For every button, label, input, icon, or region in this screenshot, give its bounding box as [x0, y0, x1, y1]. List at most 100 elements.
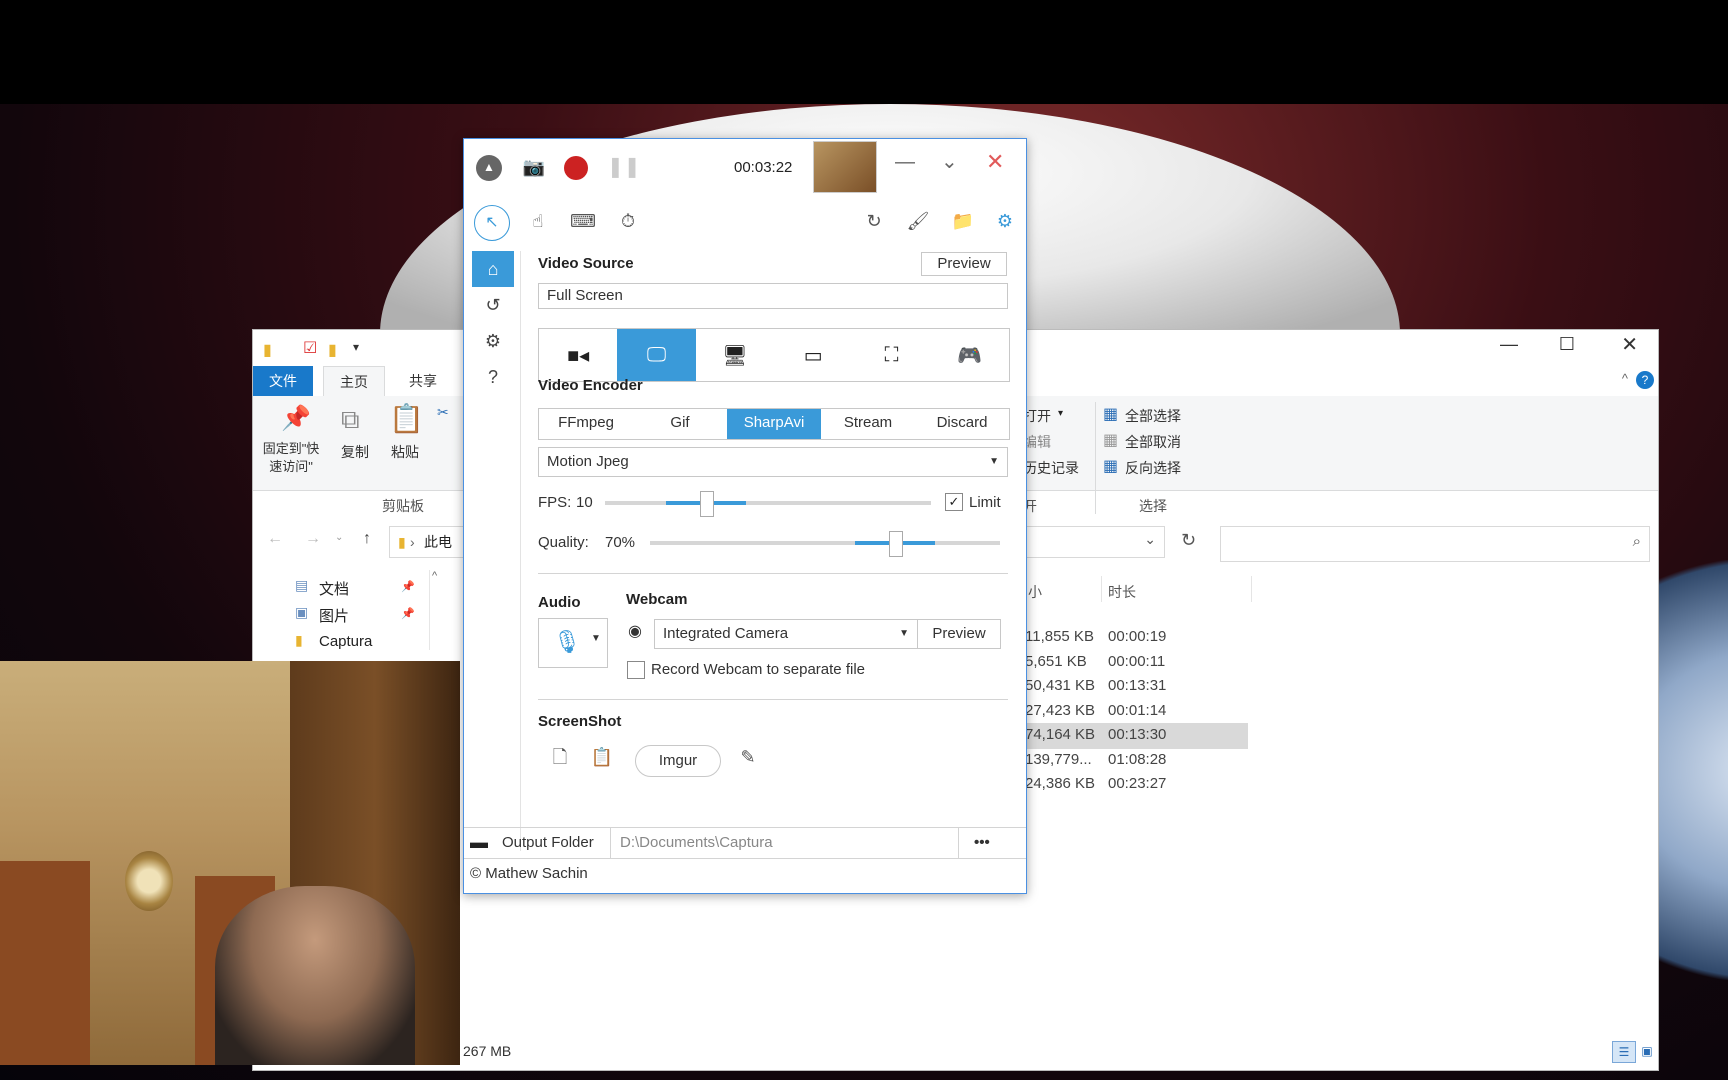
up-icon[interactable]: ↑: [363, 530, 371, 548]
select-all-button[interactable]: 全部选择: [1125, 406, 1181, 426]
history-icon[interactable]: ↺: [472, 287, 514, 323]
help-icon[interactable]: ?: [1636, 371, 1654, 389]
scroll-up-icon[interactable]: ^: [432, 570, 437, 582]
pin-quick-access-button[interactable]: 固定到"快速访问": [259, 440, 323, 476]
fps-slider[interactable]: [605, 491, 931, 517]
audio-source-button[interactable]: 🎙 ▼: [538, 618, 608, 668]
cursor-icon[interactable]: ↖: [474, 205, 510, 241]
click-hand-icon[interactable]: ☝: [524, 207, 552, 235]
clipboard-icon[interactable]: 📋: [590, 743, 614, 771]
row-duration-cell[interactable]: 01:08:28: [1108, 751, 1166, 768]
column-header-duration[interactable]: 时长: [1108, 582, 1136, 602]
maximize-icon[interactable]: ☐: [1559, 334, 1575, 355]
row-duration-cell[interactable]: 00:13:31: [1108, 677, 1166, 694]
gamepad-source-icon[interactable]: 🎮: [931, 329, 1009, 381]
monitor-source-icon[interactable]: 🖥: [696, 329, 774, 381]
row-duration-cell[interactable]: 00:00:19: [1108, 628, 1166, 645]
output-folder-label[interactable]: Output Folder: [502, 834, 594, 851]
recent-dropdown-icon[interactable]: ⌄: [335, 532, 343, 543]
window-source-icon[interactable]: ▭: [774, 329, 852, 381]
history-button[interactable]: 历史记录: [1023, 458, 1079, 478]
column-divider[interactable]: [1101, 576, 1102, 602]
gear-icon[interactable]: ⚙: [991, 207, 1019, 235]
address-dropdown-area[interactable]: ⌄: [1023, 526, 1165, 558]
row-size-cell[interactable]: 50,431 KB: [1025, 677, 1095, 694]
row-duration-cell[interactable]: 00:00:11: [1108, 653, 1165, 670]
nav-item-pictures[interactable]: 图片: [319, 605, 349, 626]
encoder-tab-stream[interactable]: Stream: [821, 409, 915, 439]
pin-icon[interactable]: 📌: [401, 607, 415, 620]
chevron-down-icon[interactable]: ⌄: [1144, 531, 1156, 548]
separate-file-checkbox[interactable]: [627, 661, 645, 679]
region-source-icon[interactable]: ⛶: [852, 329, 930, 381]
tab-share[interactable]: 共享: [393, 366, 453, 396]
open-button[interactable]: 打开: [1023, 406, 1051, 426]
encoder-tab-gif[interactable]: Gif: [633, 409, 727, 439]
encoder-tab-sharpavi[interactable]: SharpAvi: [727, 409, 821, 439]
copy-button[interactable]: 复制: [333, 442, 377, 462]
nav-scrollbar[interactable]: ^: [429, 570, 444, 650]
row-duration-cell[interactable]: 00:13:30: [1108, 726, 1166, 743]
pin-icon[interactable]: 📌: [401, 580, 415, 593]
folder-icon[interactable]: 📁: [949, 207, 977, 235]
close-icon[interactable]: ✕: [986, 149, 1004, 175]
webcam-device-dropdown[interactable]: Integrated Camera ▼: [654, 619, 918, 649]
row-size-cell[interactable]: 5,651 KB: [1025, 653, 1087, 670]
save-file-icon[interactable]: 🗋: [548, 743, 572, 771]
home-icon[interactable]: ⌂: [472, 251, 514, 287]
output-path-field[interactable]: D:\Documents\Captura: [620, 834, 773, 851]
row-size-cell[interactable]: 11,855 KB: [1025, 628, 1094, 645]
more-options-button[interactable]: •••: [974, 834, 990, 851]
invert-selection-button[interactable]: 反向选择: [1125, 458, 1181, 478]
encoder-tab-ffmpeg[interactable]: FFmpeg: [539, 409, 633, 439]
row-size-cell[interactable]: 139,779...: [1025, 751, 1092, 768]
row-size-cell[interactable]: 27,423 KB: [1025, 702, 1095, 719]
video-source-field[interactable]: Full Screen: [538, 283, 1008, 309]
column-header-size[interactable]: 小: [1028, 582, 1042, 602]
refresh-icon[interactable]: ↻: [860, 207, 888, 235]
nav-item-captura[interactable]: Captura: [319, 633, 372, 650]
refresh-icon[interactable]: ↻: [1181, 530, 1196, 551]
row-duration-cell[interactable]: 00:23:27: [1108, 775, 1166, 792]
record-button[interactable]: [564, 156, 588, 180]
webcam-preview-button[interactable]: Preview: [917, 619, 1001, 649]
collapse-ribbon-icon[interactable]: ^: [1622, 371, 1628, 386]
open-dropdown-icon[interactable]: ▾: [1058, 408, 1063, 419]
help-icon[interactable]: ?: [472, 359, 514, 395]
search-input[interactable]: ⌕: [1220, 526, 1650, 562]
timer-icon[interactable]: ⏱: [614, 207, 642, 235]
row-size-cell[interactable]: 74,164 KB: [1025, 726, 1095, 743]
source-preview-button[interactable]: Preview: [921, 252, 1007, 276]
screen-source-icon[interactable]: 🖵: [617, 329, 696, 381]
quality-thumb[interactable]: [889, 531, 903, 557]
cut-icon[interactable]: ✂: [437, 404, 449, 421]
details-view-icon[interactable]: ☰: [1612, 1041, 1636, 1063]
pencil-icon[interactable]: ✎: [736, 743, 760, 771]
webcam-thumbnail[interactable]: [813, 141, 877, 193]
camera-icon[interactable]: 📷: [520, 153, 548, 181]
keyboard-icon[interactable]: ⌨: [569, 207, 597, 235]
forward-icon[interactable]: →: [305, 530, 321, 548]
chevron-down-icon[interactable]: ▼: [989, 448, 999, 476]
fps-thumb[interactable]: [700, 491, 714, 517]
pause-icon[interactable]: ❚❚: [607, 154, 641, 179]
quality-slider[interactable]: [650, 531, 1000, 557]
codec-dropdown[interactable]: Motion Jpeg ▼: [538, 447, 1008, 477]
imgur-button[interactable]: Imgur: [635, 745, 721, 777]
properties-icon[interactable]: ☑: [303, 338, 317, 358]
row-duration-cell[interactable]: 00:01:14: [1108, 702, 1166, 719]
back-icon[interactable]: ←: [267, 530, 283, 548]
brush-icon[interactable]: 🖌: [904, 207, 932, 235]
search-icon[interactable]: ⌕: [1633, 533, 1641, 550]
minimize-icon[interactable]: —: [1500, 334, 1518, 355]
collapse-icon[interactable]: ▲: [476, 155, 502, 181]
limit-checkbox[interactable]: ✓: [945, 493, 963, 511]
chevron-double-down-icon[interactable]: ⌄: [941, 149, 958, 174]
large-icons-view-icon[interactable]: ▣: [1638, 1041, 1656, 1061]
tab-file[interactable]: 文件: [253, 366, 313, 396]
row-size-cell[interactable]: 24,386 KB: [1025, 775, 1095, 792]
nav-item-documents[interactable]: 文档: [319, 578, 349, 599]
tab-home[interactable]: 主页: [323, 366, 385, 397]
column-divider[interactable]: [1251, 576, 1252, 602]
gear-icon[interactable]: ⚙: [472, 323, 514, 359]
